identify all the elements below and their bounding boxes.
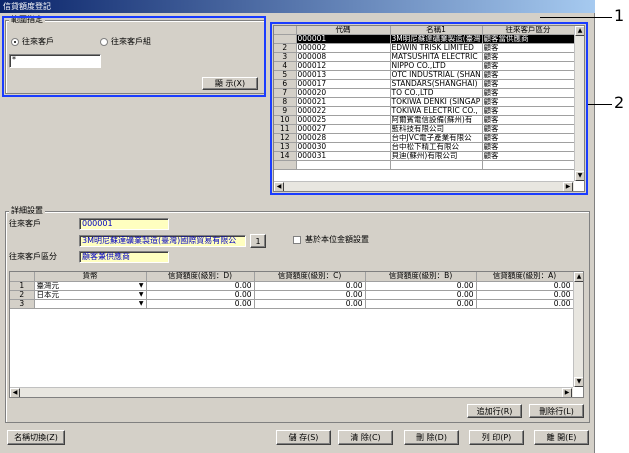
callout-number-2: 2 — [614, 93, 625, 112]
row-number[interactable]: 2 — [10, 290, 35, 300]
credit-row[interactable]: 3 ▼ 0.00 0.00 0.00 0.00 — [10, 299, 574, 309]
credit-amount-cell[interactable]: 0.00 — [254, 290, 366, 300]
callout-frame-2 — [270, 22, 588, 195]
credit-amount-cell[interactable]: 0.00 — [365, 281, 477, 291]
credit-header-1[interactable]: 貨幣 — [34, 272, 147, 282]
credit-amount-cell[interactable]: 0.00 — [254, 281, 366, 291]
customer-name-field[interactable]: 3M明尼蘇達礦業製造(臺灣)國際貿易有限公 — [79, 235, 246, 247]
credit-scroll-down-icon[interactable]: ▼ — [574, 377, 583, 387]
clear-button[interactable]: 清 除(C) — [338, 430, 393, 445]
credit-header-2[interactable]: 信貸額度(級別：D) — [146, 272, 255, 282]
credit-scroll-left-icon[interactable]: ◀ — [10, 388, 20, 397]
currency-select[interactable]: ▼ — [34, 299, 147, 309]
credit-grid-table: 貨幣 信貸額度(級別：D) 信貸額度(級別：C) 信貸額度(級別：B) 信貸額度(級別：… — [10, 272, 574, 309]
credit-amount-cell[interactable]: 0.00 — [254, 299, 366, 309]
delete-row-button[interactable]: 刪除行(L) — [529, 404, 584, 418]
dropdown-arrow-icon[interactable]: ▼ — [139, 291, 144, 299]
base-amount-checkbox[interactable] — [293, 236, 301, 244]
add-row-button[interactable]: 追加行(R) — [467, 404, 522, 418]
credit-amount-cell[interactable]: 0.00 — [146, 299, 255, 309]
print-button[interactable]: 列 印(P) — [469, 430, 524, 445]
customer-label: 往來客戶 — [9, 219, 41, 228]
credit-row[interactable]: 1 臺灣元 ▼ 0.00 0.00 0.00 0.00 — [10, 281, 574, 291]
customer-code-field[interactable]: 000001 — [79, 218, 169, 230]
credit-grid[interactable]: 貨幣 信貸額度(級別：D) 信貸額度(級別：C) 信貸額度(級別：B) 信貸額度(級別：… — [9, 271, 584, 398]
name-switch-button[interactable]: 名稱切換(Z) — [7, 430, 65, 445]
dropdown-arrow-icon[interactable]: ▼ — [139, 282, 144, 290]
window-title: 信貸額度登記 — [0, 0, 595, 13]
credit-vscrollbar[interactable]: ▲ ▼ — [573, 272, 583, 387]
credit-hscrollbar[interactable]: ◀ ▶ — [10, 387, 573, 397]
row-number[interactable]: 3 — [10, 299, 35, 309]
close-button[interactable]: 離 開(E) — [534, 430, 589, 445]
credit-row[interactable]: 2 日本元 ▼ 0.00 0.00 0.00 0.00 — [10, 290, 574, 300]
credit-header-5[interactable]: 信貸額度(級別：A) — [476, 272, 574, 282]
callout-number-1: 1 — [614, 6, 625, 25]
callout-leader-1 — [540, 17, 612, 18]
base-amount-label: 基於本位金額設置 — [305, 235, 369, 244]
credit-scroll-up-icon[interactable]: ▲ — [574, 272, 583, 282]
currency-select[interactable]: 臺灣元 ▼ — [34, 281, 147, 291]
detail-group-label: 詳細設置 — [9, 206, 45, 216]
currency-select[interactable]: 日本元 ▼ — [34, 290, 147, 300]
callout-leader-2 — [588, 104, 612, 105]
save-button[interactable]: 儲 存(S) — [276, 430, 331, 445]
row-number[interactable]: 1 — [10, 281, 35, 291]
category-field[interactable]: 顧客兼供應商 — [79, 251, 169, 263]
name-select-button[interactable]: 1 — [250, 234, 266, 248]
credit-header-3[interactable]: 信貸額度(級別：C) — [254, 272, 366, 282]
credit-amount-cell[interactable]: 0.00 — [146, 290, 255, 300]
credit-amount-cell[interactable]: 0.00 — [365, 299, 477, 309]
credit-header-0[interactable] — [10, 272, 35, 282]
dropdown-arrow-icon[interactable]: ▼ — [139, 300, 144, 308]
credit-amount-cell[interactable]: 0.00 — [476, 281, 574, 291]
credit-amount-cell[interactable]: 0.00 — [365, 290, 477, 300]
callout-frame-1 — [2, 16, 266, 97]
category-label: 往來客戶區分 — [9, 252, 57, 261]
credit-amount-cell[interactable]: 0.00 — [146, 281, 255, 291]
delete-button[interactable]: 刪 除(D) — [404, 430, 459, 445]
credit-amount-cell[interactable]: 0.00 — [476, 290, 574, 300]
main-window: 信貸額度登記 範圍指定 往來客戶 往來客戶組 * 顯 示(X) 代碼 名稱1 往來客… — [0, 0, 595, 453]
credit-header-4[interactable]: 信貸額度(級別：B) — [365, 272, 477, 282]
credit-scroll-right-icon[interactable]: ▶ — [562, 388, 572, 397]
credit-amount-cell[interactable]: 0.00 — [476, 299, 574, 309]
